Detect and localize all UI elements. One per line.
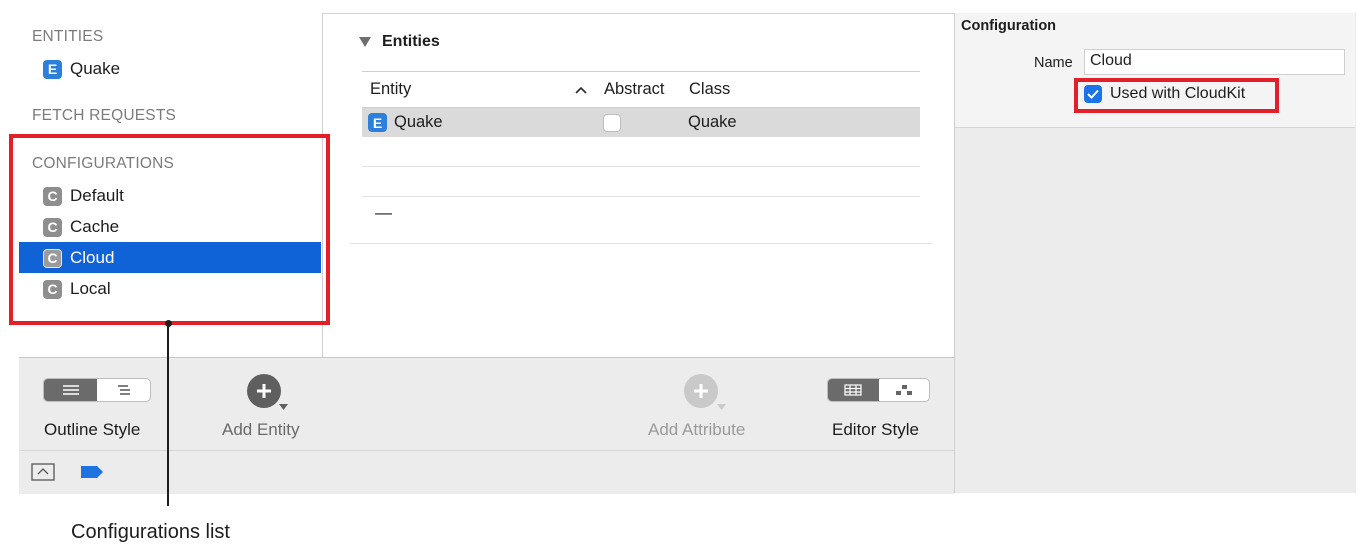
add-entity-label: Add Entity (222, 420, 300, 439)
section-title: Entities (382, 33, 440, 50)
plus-icon (694, 384, 708, 398)
name-field[interactable]: Cloud (1084, 49, 1345, 75)
chevron-down-icon[interactable] (717, 404, 726, 410)
add-row-placeholder[interactable]: — (375, 203, 392, 223)
name-label: Name (1034, 55, 1073, 71)
graph-style-icon[interactable] (879, 379, 930, 401)
abstract-checkbox[interactable] (603, 114, 621, 132)
sort-ascending-icon[interactable] (575, 86, 587, 94)
sidebar-item-quake[interactable]: E Quake (43, 59, 120, 79)
outline-style-label: Outline Style (44, 420, 141, 439)
column-header-class[interactable]: Class (689, 80, 730, 99)
callout-line (167, 324, 169, 506)
column-header-abstract[interactable]: Abstract (604, 80, 665, 99)
inspector-title: Configuration (961, 18, 1057, 34)
status-bar (19, 450, 954, 494)
editor-style-label: Editor Style (832, 420, 919, 439)
sidebar-item-label: Quake (70, 59, 121, 78)
add-attribute-label: Add Attribute (648, 420, 746, 439)
configurations-highlight-box (9, 134, 330, 325)
bottom-toolbar (19, 357, 954, 451)
table-row[interactable] (362, 108, 920, 137)
cloudkit-checkbox-row[interactable]: Used with CloudKit (1084, 85, 1245, 103)
cloudkit-label: Used with CloudKit (1110, 85, 1246, 102)
add-attribute-button[interactable] (684, 374, 718, 408)
entities-section-header[interactable]: Entities (358, 33, 440, 51)
disclosure-triangle-icon[interactable] (358, 36, 372, 48)
fetch-requests-header: FETCH REQUESTS (32, 107, 177, 124)
row-divider (362, 196, 920, 197)
entity-icon: E (43, 59, 62, 79)
editor-style-control[interactable] (827, 378, 930, 402)
table-style-icon[interactable] (828, 379, 879, 401)
outline-style-control[interactable] (43, 378, 151, 402)
entity-name: Quake (394, 113, 443, 131)
entities-header: ENTITIES (32, 28, 104, 45)
breakpoint-tag-icon[interactable] (80, 465, 104, 479)
row-divider (362, 166, 920, 167)
chevron-down-icon[interactable] (279, 404, 288, 410)
column-header-entity[interactable]: Entity (370, 80, 411, 99)
checkbox-checked-icon[interactable] (1084, 85, 1102, 103)
entity-icon: E (368, 113, 387, 132)
outline-hierarchy-icon[interactable] (97, 379, 150, 401)
outline-flat-icon[interactable] (44, 379, 97, 401)
plus-icon (257, 384, 271, 398)
add-entity-button[interactable] (247, 374, 281, 408)
section-divider (350, 243, 932, 244)
callout-label: Configurations list (71, 521, 230, 543)
table-cell-entity: E Quake (368, 113, 443, 132)
hide-panel-icon[interactable] (31, 463, 55, 481)
table-cell-class: Quake (688, 113, 737, 131)
